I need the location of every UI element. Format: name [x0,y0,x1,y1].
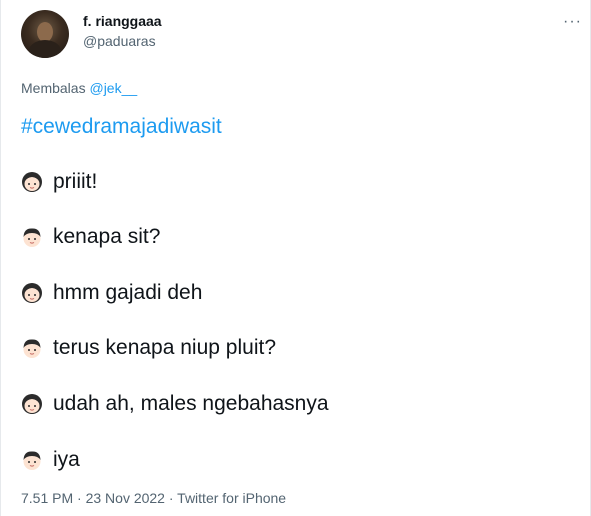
dialogue-line: kenapa sit? [21,225,160,249]
dialogue-line: priiit! [21,170,97,194]
display-name[interactable]: f. rianggaaa [83,13,162,29]
boy-emoji-icon [21,337,43,359]
tweet-card: f. rianggaaa @paduaras ··· Membalas @jek… [0,0,591,516]
dialogue-text: kenapa sit? [53,225,161,248]
avatar-face [37,22,53,42]
dialogue-text: terus kenapa niup pluit? [53,336,276,359]
hashtag-link[interactable]: #cewedramajadiwasit [21,115,222,139]
dialogue-text: hmm gajadi deh [53,281,203,304]
dialogue-line: iya [21,448,80,472]
dialogue-text: udah ah, males ngebahasnya [53,392,329,415]
boy-emoji-icon [21,449,43,471]
dialogue-line: terus kenapa niup pluit? [21,336,276,360]
user-handle[interactable]: @paduaras [83,33,156,49]
dialogue-text: iya [53,448,80,471]
more-horizontal-icon[interactable]: ··· [563,14,582,30]
dialogue-line: udah ah, males ngebahasnya [21,392,329,416]
girl-emoji-icon [21,282,43,304]
reply-mention-link[interactable]: @jek__ [89,80,137,96]
reply-prefix: Membalas [21,80,86,96]
reply-context: Membalas @jek__ [21,80,137,96]
tweet-timestamp[interactable]: 7.51 PM · 23 Nov 2022 · Twitter for iPho… [21,490,286,506]
avatar-body [29,40,61,58]
boy-emoji-icon [21,226,43,248]
avatar[interactable] [21,10,69,58]
girl-emoji-icon [21,171,43,193]
girl-emoji-icon [21,393,43,415]
dialogue-text: priiit! [53,170,98,193]
dialogue-line: hmm gajadi deh [21,281,202,305]
